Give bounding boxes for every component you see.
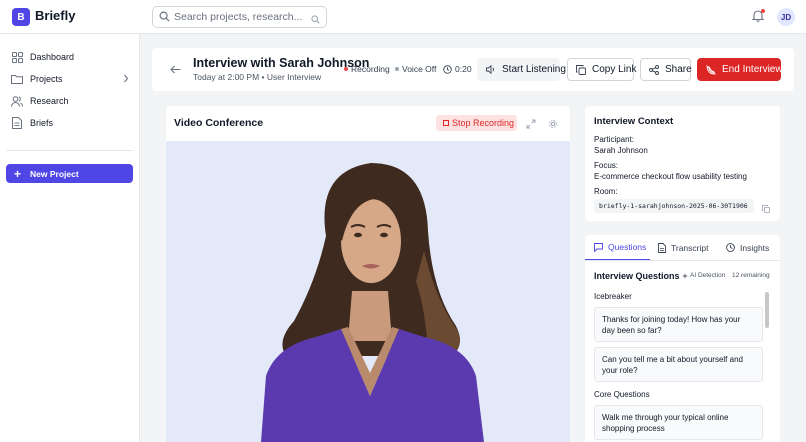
start-listening-label: Start Listening: [502, 64, 566, 75]
participant-value: Sarah Johnson: [594, 146, 648, 155]
share-icon: [649, 64, 659, 75]
sidebar: Dashboard Projects Research Briefs + New…: [0, 34, 140, 442]
questions-panel: Questions Transcript Insights Interview …: [585, 235, 780, 442]
participant-video-feed: [166, 141, 570, 442]
questions-scrollbar[interactable]: [765, 292, 769, 328]
sidebar-item-label: Briefs: [30, 118, 54, 128]
video-conference-panel: Video Conference Stop Recording: [166, 106, 570, 442]
timer: 0:20: [443, 64, 472, 74]
avatar[interactable]: JD: [777, 8, 795, 26]
file-icon: [11, 117, 23, 129]
clock-icon: [443, 64, 452, 74]
copy-room-icon[interactable]: [762, 202, 770, 216]
message-icon: [594, 242, 603, 252]
voice-status: Voice Off: [395, 64, 436, 74]
sidebar-divider: [6, 150, 133, 151]
search-box[interactable]: [152, 6, 327, 28]
sidebar-item-research[interactable]: Research: [6, 92, 133, 110]
tab-insights-label: Insights: [740, 242, 770, 253]
voice-dot-icon: [395, 67, 399, 71]
recording-status: Recording: [344, 64, 390, 74]
search-input[interactable]: [174, 9, 309, 25]
share-button[interactable]: Share: [640, 58, 692, 81]
share-label: Share: [665, 64, 692, 75]
start-listening-button[interactable]: Start Listening: [477, 58, 566, 81]
settings-gear-icon[interactable]: [548, 118, 558, 132]
sidebar-item-projects[interactable]: Projects: [6, 70, 133, 88]
sidebar-item-label: Dashboard: [30, 52, 75, 62]
chevron-right-icon[interactable]: [123, 74, 129, 85]
stop-recording-button[interactable]: Stop Recording: [436, 115, 517, 131]
question-item[interactable]: Thanks for joining today! How has your d…: [594, 307, 763, 342]
sidebar-item-briefs[interactable]: Briefs: [6, 114, 133, 132]
logo-mark: B: [12, 8, 30, 26]
section-label-core-questions: Core Questions: [594, 390, 650, 399]
interview-context-panel: Interview Context Participant: Sarah Joh…: [585, 106, 780, 221]
grid-icon: [11, 51, 23, 63]
ai-detection-badge: AI Detection: [682, 272, 725, 279]
expand-icon[interactable]: [526, 118, 536, 132]
questions-title: Interview Questions: [594, 271, 680, 281]
top-bar: B Briefly JD: [0, 0, 806, 34]
recording-dot-icon: [344, 67, 348, 71]
focus-label: Focus:: [594, 161, 619, 170]
context-title: Interview Context: [594, 116, 674, 127]
speaker-icon: [486, 65, 496, 74]
new-project-button[interactable]: + New Project: [6, 164, 133, 183]
section-label-icebreaker: Icebreaker: [594, 292, 632, 301]
interview-header: Interview with Sarah Johnson Today at 2:…: [152, 48, 794, 91]
stop-square-icon: [443, 120, 449, 126]
search-icon: [159, 11, 170, 25]
ai-detection-label: AI Detection: [690, 272, 726, 279]
recording-label: Recording: [351, 64, 390, 74]
page-subtitle: Today at 2:00 PM • User Interview: [193, 72, 322, 82]
end-interview-label: End Interview: [722, 64, 783, 75]
focus-value: E-commerce checkout flow usability testi…: [594, 172, 747, 181]
tab-transcript-label: Transcript: [671, 242, 709, 253]
notification-dot: [761, 9, 765, 13]
copy-link-label: Copy Link: [592, 64, 637, 75]
stop-recording-label: Stop Recording: [452, 118, 515, 128]
copy-link-button[interactable]: Copy Link: [567, 58, 637, 81]
timer-value: 0:20: [455, 64, 472, 74]
users-icon: [11, 95, 23, 107]
tab-questions[interactable]: Questions: [585, 235, 650, 260]
tab-insights[interactable]: Insights: [726, 235, 769, 260]
participant-video-image: [261, 163, 484, 442]
app-name: Briefly: [35, 8, 76, 23]
file-text-icon: [658, 242, 666, 253]
room-id: briefly-1-sarahjohnson-2025-06-30T1906: [594, 199, 754, 213]
search-submit-icon[interactable]: [311, 13, 320, 27]
tab-divider: [585, 260, 780, 261]
insights-icon: [726, 243, 735, 252]
room-label: Room:: [594, 187, 618, 196]
question-item[interactable]: Can you tell me a bit about yourself and…: [594, 347, 763, 382]
phone-off-icon: [706, 64, 716, 75]
sidebar-item-label: Research: [30, 96, 69, 106]
tab-transcript[interactable]: Transcript: [658, 235, 708, 260]
question-item[interactable]: Walk me through your typical online shop…: [594, 405, 763, 440]
plus-icon: +: [14, 166, 22, 181]
voice-label: Voice Off: [402, 64, 437, 74]
sidebar-item-label: Projects: [30, 74, 63, 84]
sidebar-item-dashboard[interactable]: Dashboard: [6, 48, 133, 66]
new-project-label: New Project: [30, 168, 79, 179]
tab-questions-label: Questions: [608, 242, 647, 252]
sparkle-icon: [682, 272, 688, 279]
video-panel-title: Video Conference: [174, 117, 264, 129]
folder-icon: [11, 73, 23, 85]
copy-icon: [576, 64, 586, 75]
participant-label: Participant:: [594, 135, 635, 144]
page-title: Interview with Sarah Johnson: [193, 56, 370, 70]
end-interview-button[interactable]: End Interview: [697, 58, 783, 81]
back-arrow-icon[interactable]: [170, 63, 181, 77]
remaining-count: 12 remaining: [732, 272, 770, 279]
